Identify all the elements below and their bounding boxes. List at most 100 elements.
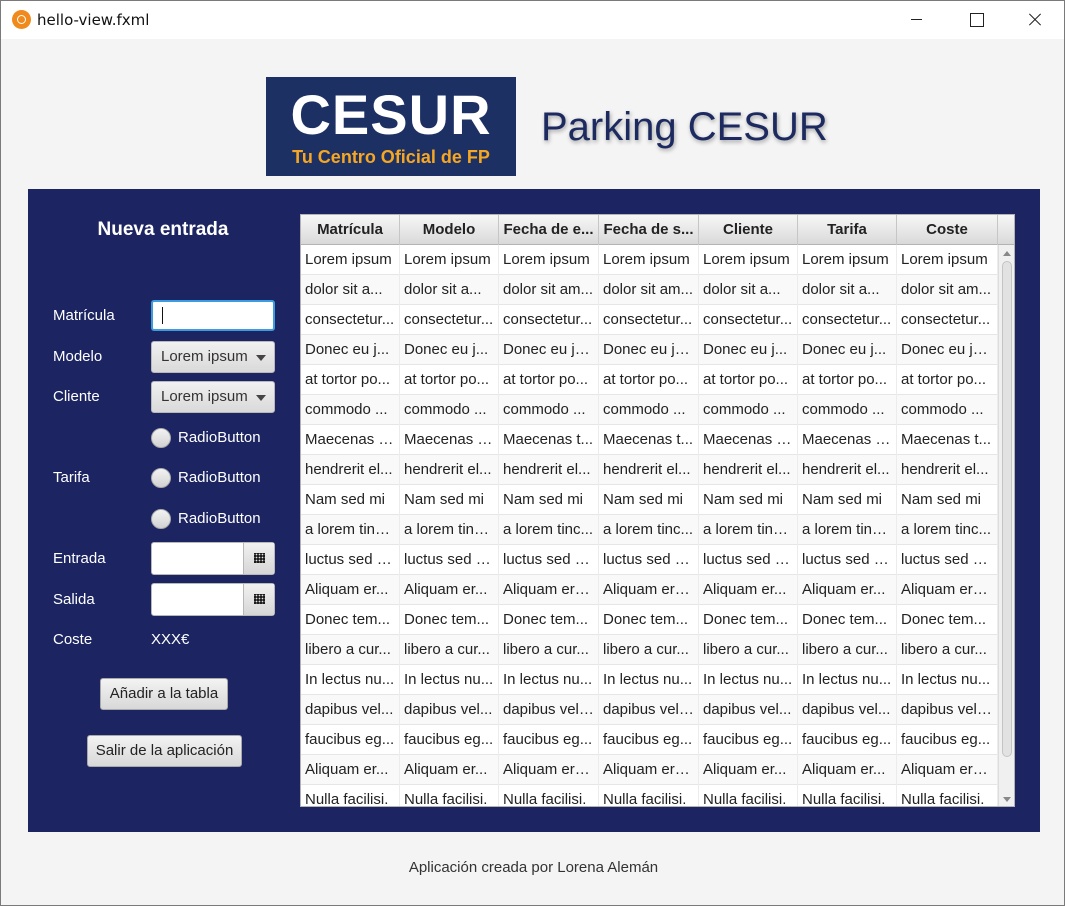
table-cell: a lorem tinc...: [301, 515, 400, 545]
cliente-combobox[interactable]: Lorem ipsum: [151, 381, 275, 413]
salida-datepicker[interactable]: [151, 583, 275, 616]
column-header[interactable]: Tarifa: [798, 215, 897, 245]
table-cell: Lorem ipsum: [699, 245, 798, 275]
table-cell: hendrerit el...: [798, 455, 897, 485]
matricula-input[interactable]: [151, 300, 275, 331]
table-cell: dolor sit am...: [897, 275, 998, 305]
table-row[interactable]: libero a cur... libero a cur... libero a c…: [301, 635, 998, 665]
table-cell: a lorem tinc...: [897, 515, 998, 545]
scroll-up-icon[interactable]: [1003, 251, 1011, 256]
exit-app-button[interactable]: Salir de la aplicación: [87, 735, 242, 767]
table-row[interactable]: Nam sed mi Nam sed mi Nam sed mi Nam sed mi…: [301, 485, 998, 515]
column-header[interactable]: Fecha de s...: [599, 215, 699, 245]
app-window: hello-view.fxml CESUR Tu Centro Oficial …: [0, 0, 1065, 906]
entrada-datepicker[interactable]: [151, 542, 275, 575]
table-row[interactable]: In lectus nu... In lectus nu... In lectus …: [301, 665, 998, 695]
calendar-icon[interactable]: [243, 584, 274, 615]
table-cell: libero a cur...: [400, 635, 499, 665]
table-cell: libero a cur...: [897, 635, 998, 665]
modelo-combobox-value: Lorem ipsum: [161, 348, 248, 365]
table-cell: at tortor po...: [499, 365, 599, 395]
table-cell: dapibus vel...: [699, 695, 798, 725]
table-row[interactable]: Maecenas t... Maecenas t... Maecenas t... M…: [301, 425, 998, 455]
modelo-combobox[interactable]: Lorem ipsum: [151, 341, 275, 373]
table-row[interactable]: Aliquam er... Aliquam er... Aliquam era...…: [301, 755, 998, 785]
add-to-table-button[interactable]: Añadir a la tabla: [100, 678, 228, 710]
table-row[interactable]: Nulla facilisi. Nulla facilisi. Nulla faci…: [301, 785, 998, 806]
chevron-down-icon: [256, 355, 266, 361]
table-row[interactable]: Donec eu j... Donec eu j... Donec eu ju...…: [301, 335, 998, 365]
column-header[interactable]: Matrícula: [301, 215, 400, 245]
table-cell: Aliquam er...: [798, 575, 897, 605]
table-cell: a lorem tinc...: [798, 515, 897, 545]
table-cell: Donec eu j...: [301, 335, 400, 365]
column-header[interactable]: Cliente: [699, 215, 798, 245]
table-row[interactable]: a lorem tinc... a lorem tinc... a lorem ti…: [301, 515, 998, 545]
table-cell: Aliquam era...: [599, 755, 699, 785]
table-row[interactable]: faucibus eg... faucibus eg... faucibus eg.…: [301, 725, 998, 755]
table-row[interactable]: Lorem ipsum Lorem ipsum Lorem ipsum Lorem i…: [301, 245, 998, 275]
app-icon: [12, 10, 31, 29]
scrollbar-thumb[interactable]: [1002, 261, 1012, 757]
table-cell: Nam sed mi: [499, 485, 599, 515]
vertical-scrollbar[interactable]: [998, 245, 1014, 806]
table-cell: Nulla facilisi.: [499, 785, 599, 806]
table-cell: luctus sed n...: [699, 545, 798, 575]
table-cell: Aliquam era...: [897, 755, 998, 785]
table-cell: at tortor po...: [599, 365, 699, 395]
table-cell: libero a cur...: [798, 635, 897, 665]
table-header: Matrícula Modelo Fecha de e... Fecha de s..…: [301, 215, 1014, 245]
cliente-label: Cliente: [53, 388, 100, 405]
table-cell: Maecenas t...: [798, 425, 897, 455]
table-cell: consectetur...: [400, 305, 499, 335]
table-cell: Lorem ipsum: [400, 245, 499, 275]
table-cell: Aliquam era...: [897, 575, 998, 605]
title-bar: hello-view.fxml: [1, 1, 1064, 39]
parking-table[interactable]: Matrícula Modelo Fecha de e... Fecha de s..…: [300, 214, 1015, 807]
table-cell: dolor sit a...: [400, 275, 499, 305]
table-cell: commodo ...: [699, 395, 798, 425]
table-row[interactable]: commodo ... commodo ... commodo ... commodo…: [301, 395, 998, 425]
table-cell: In lectus nu...: [400, 665, 499, 695]
table-cell: luctus sed n...: [897, 545, 998, 575]
column-header[interactable]: Modelo: [400, 215, 499, 245]
table-cell: In lectus nu...: [301, 665, 400, 695]
table-cell: Nulla facilisi.: [897, 785, 998, 806]
table-row[interactable]: hendrerit el... hendrerit el... hendrerit …: [301, 455, 998, 485]
maximize-icon[interactable]: [947, 1, 1005, 39]
table-cell: luctus sed n...: [499, 545, 599, 575]
table-row[interactable]: luctus sed n... luctus sed n... luctus sed…: [301, 545, 998, 575]
column-header[interactable]: Coste: [897, 215, 998, 245]
table-row[interactable]: consectetur... consectetur... consectetur.…: [301, 305, 998, 335]
table-cell: at tortor po...: [699, 365, 798, 395]
table-cell: In lectus nu...: [798, 665, 897, 695]
table-row[interactable]: Donec tem... Donec tem... Donec tem... Done…: [301, 605, 998, 635]
cliente-combobox-value: Lorem ipsum: [161, 388, 248, 405]
close-icon[interactable]: [1005, 1, 1063, 39]
column-header[interactable]: Fecha de e...: [499, 215, 599, 245]
table-cell: Aliquam er...: [301, 575, 400, 605]
table-cell: faucibus eg...: [699, 725, 798, 755]
table-cell: luctus sed n...: [599, 545, 699, 575]
table-row[interactable]: dapibus vel... dapibus vel... dapibus vel …: [301, 695, 998, 725]
table-cell: Maecenas t...: [400, 425, 499, 455]
table-cell: Donec eu j...: [798, 335, 897, 365]
table-cell: dolor sit a...: [798, 275, 897, 305]
table-cell: Aliquam er...: [400, 755, 499, 785]
table-cell: Donec tem...: [897, 605, 998, 635]
table-cell: hendrerit el...: [400, 455, 499, 485]
table-cell: dapibus vel ...: [499, 695, 599, 725]
table-cell: faucibus eg...: [897, 725, 998, 755]
scroll-down-icon[interactable]: [1003, 797, 1011, 802]
minimize-icon[interactable]: [887, 1, 945, 39]
table-cell: faucibus eg...: [400, 725, 499, 755]
table-row[interactable]: dolor sit a... dolor sit a... dolor sit am…: [301, 275, 998, 305]
table-cell: In lectus nu...: [599, 665, 699, 695]
table-cell: dapibus vel...: [301, 695, 400, 725]
table-row[interactable]: at tortor po... at tortor po... at tortor …: [301, 365, 998, 395]
table-row[interactable]: Aliquam er... Aliquam er... Aliquam era...…: [301, 575, 998, 605]
table-cell: Maecenas t...: [897, 425, 998, 455]
tarifa-label: Tarifa: [53, 469, 90, 486]
table-cell: faucibus eg...: [301, 725, 400, 755]
calendar-icon[interactable]: [243, 543, 274, 574]
